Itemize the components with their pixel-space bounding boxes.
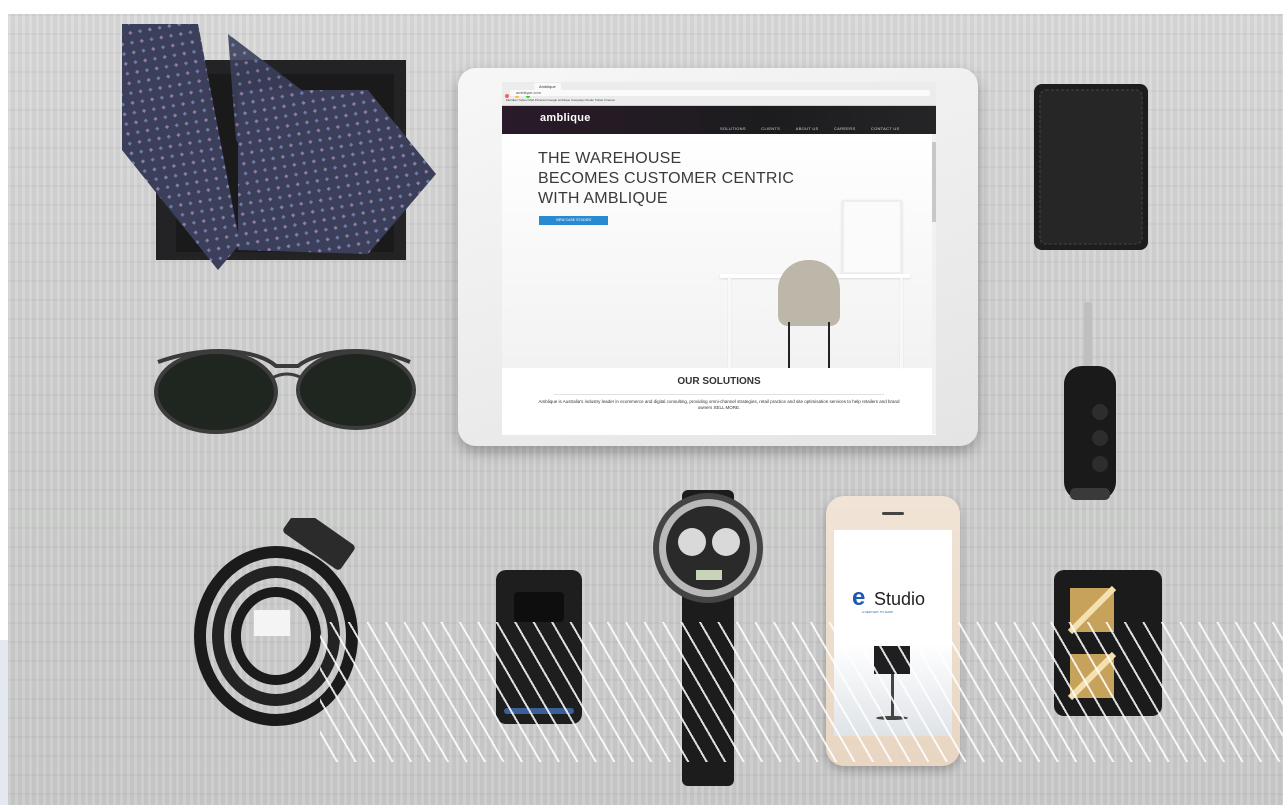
tablet-device: Amblique amblique.com Meridian Yahoo! Ma…: [458, 68, 978, 446]
bookmarks-bar[interactable]: Meridian Yahoo! Mail Pinterest Google am…: [506, 98, 934, 104]
belt-icon: [194, 518, 358, 726]
nav-about-us[interactable]: ABOUT US: [796, 126, 819, 131]
phone-screen: e Studio A NEW WAY TO SHOP: [834, 530, 952, 736]
nav-solutions[interactable]: SOLUTIONS: [720, 126, 746, 131]
desk-leg: [728, 278, 731, 368]
chair-leg: [788, 322, 790, 368]
chair-leg: [828, 322, 830, 368]
scrollbar-thumb[interactable]: [932, 142, 936, 222]
divider: [554, 394, 884, 395]
headline-line-1: THE WAREHOUSE: [538, 150, 682, 167]
desk-leg: [900, 278, 903, 368]
address-text: amblique.com: [516, 90, 541, 95]
wristwatch-icon: [653, 490, 763, 786]
studio-tagline: A NEW WAY TO SHOP: [862, 610, 894, 614]
cufflinks-icon: [1054, 570, 1162, 716]
hero-headline: THE WAREHOUSE BECOMES CUSTOMER CENTRIC W…: [538, 149, 794, 209]
wall-frame: [842, 200, 902, 274]
nav-careers[interactable]: CAREERS: [834, 126, 855, 131]
sunglasses-icon: [154, 348, 416, 434]
kiosk-screen: [874, 646, 910, 674]
nav-links: SOLUTIONS CLIENTS ABOUT US CAREERS CONTA…: [720, 117, 911, 135]
view-case-studies-button[interactable]: VIEW CASE STUDIES: [539, 216, 608, 225]
solutions-paragraph: Amblique is Australia's industry leader …: [538, 399, 900, 410]
site-logo[interactable]: amblique: [540, 112, 591, 124]
headline-line-2: BECOMES CUSTOMER CENTRIC: [538, 170, 795, 187]
wallet-icon: [1034, 84, 1148, 250]
speaker-icon: [882, 512, 904, 515]
headline-line-3: WITH AMBLIQUE: [538, 190, 668, 207]
browser-tab[interactable]: Amblique: [534, 83, 561, 90]
solutions-heading: OUR SOLUTIONS: [677, 376, 761, 387]
chair: [778, 260, 840, 326]
tablet-screen: Amblique amblique.com Meridian Yahoo! Ma…: [502, 82, 936, 435]
site-navbar: amblique SOLUTIONS CLIENTS ABOUT US CARE…: [502, 106, 936, 134]
left-edge-panel: [0, 640, 8, 805]
flip-phone-icon: [496, 570, 582, 724]
studio-brand: Studio: [874, 589, 926, 609]
nav-clients[interactable]: CLIENTS: [761, 126, 780, 131]
address-bar[interactable]: [510, 90, 930, 96]
tie-box-icon: [122, 24, 436, 270]
smartphone-device: e Studio A NEW WAY TO SHOP: [826, 496, 960, 766]
browser-chrome: Amblique amblique.com Meridian Yahoo! Ma…: [502, 82, 936, 106]
nav-contact-us[interactable]: CONTACT US: [871, 126, 900, 131]
studio-logo-icon: e: [852, 584, 866, 611]
kiosk-base: [876, 716, 908, 720]
car-key-icon: [1064, 302, 1116, 500]
kiosk-stand: [891, 674, 894, 718]
